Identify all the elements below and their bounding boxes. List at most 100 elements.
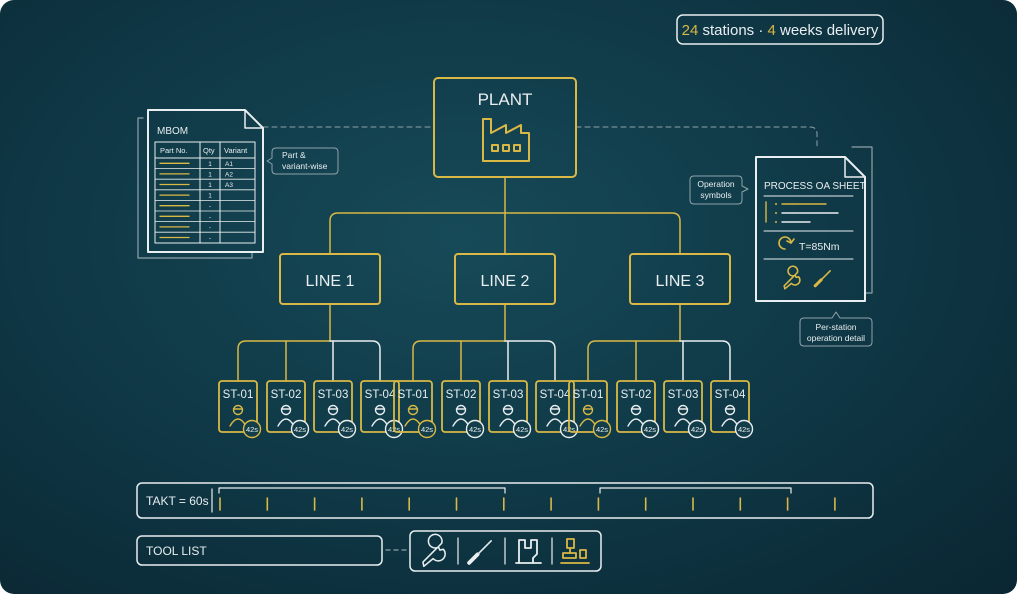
station-label: ST-01: [398, 389, 429, 401]
mbom-qty: -: [209, 214, 211, 221]
screwdriver-icon: [467, 540, 492, 565]
operator-icon: [674, 404, 692, 427]
plant-to-lines-connector: [329, 176, 681, 255]
station-time-badge: 42s: [290, 419, 310, 439]
mbom-table: [154, 141, 256, 244]
station-time-badge: 42s: [640, 419, 660, 439]
line-nodes: LINE 1 LINE 2 LINE 3: [279, 253, 731, 305]
mbom-title: MBOM: [157, 126, 188, 137]
mbom-variant: A3: [225, 182, 233, 189]
mbom-header-qty: Qty: [203, 146, 215, 155]
operator-icon: [452, 404, 470, 427]
mbom-rows: 1 A1 1 A2 1 A3 1 - - - -: [154, 161, 256, 242]
takt-label: TAKT = 60s: [146, 494, 209, 508]
station-time-badge: 42s: [734, 419, 754, 439]
line-label: LINE 1: [306, 273, 355, 290]
operator-icon: [546, 404, 564, 427]
station-time-badge: 42s: [687, 419, 707, 439]
mbom-document: MBOM Part No. Qty Variant 1 A1 1 A2 1 A3 1 - - - -…: [137, 109, 339, 259]
operator-icon: [627, 404, 645, 427]
station-time-badge: 42s: [592, 419, 612, 439]
operator-icon: [579, 404, 597, 427]
oa-wrench-icon: [783, 265, 801, 290]
oa-sheet-document: PROCESS OA SHEET T=85Nm Operation symbol…: [689, 146, 873, 347]
station-3-2: ST-02 42s: [616, 380, 660, 439]
station-time: 42s: [516, 425, 528, 434]
takt-timeline: TAKT = 60s: [136, 482, 874, 519]
operator-icon: [721, 404, 739, 427]
station-time-badge: 42s: [417, 419, 437, 439]
station-time: 42s: [469, 425, 481, 434]
station-2-2: ST-02 42s: [441, 380, 485, 439]
station-time-badge: 42s: [465, 419, 485, 439]
mbom-header-variant: Variant: [224, 146, 248, 155]
station-label: ST-01: [573, 389, 604, 401]
station-tree: ST-0142sST-0242sST-0342sST-0442sST-0142s…: [218, 303, 754, 439]
station-3-3: ST-03 42s: [663, 380, 707, 439]
station-label: ST-02: [621, 389, 652, 401]
station-label: ST-01: [223, 389, 254, 401]
line-node-1: LINE 1: [279, 253, 381, 305]
mbom-qty: 1: [208, 182, 212, 189]
factory-icon: [482, 118, 530, 162]
station-1-2: ST-02 42s: [266, 380, 310, 439]
station-label: ST-04: [540, 389, 571, 401]
oa-callout-bottom-line1: Per-station: [815, 322, 856, 332]
plant-label: PLANT: [478, 90, 533, 109]
station-time: 42s: [421, 425, 433, 434]
mbom-qty: -: [209, 235, 211, 242]
oa-callout-top-line2: symbols: [700, 190, 731, 200]
diagram-canvas: 24 stations · 4 weeks delivery PLANT LIN…: [0, 0, 1017, 594]
station-time: 42s: [246, 425, 258, 434]
line-1-stations: ST-01 42s ST-02 42s ST-03 42s ST-0442s: [218, 303, 404, 439]
station-label: ST-04: [715, 389, 746, 401]
station-time-badge: 42s: [512, 419, 532, 439]
line-2-stations: ST-01 42s ST-02 42s ST-03 42s ST-0442s: [393, 303, 579, 439]
oa-callout-top: Operation symbols: [689, 175, 749, 205]
operator-icon: [499, 404, 517, 427]
operator-icon: [277, 404, 295, 427]
station-time: 42s: [341, 425, 353, 434]
summary-badge-text: 24 stations · 4 weeks delivery: [682, 22, 879, 39]
operator-icon: [404, 404, 422, 427]
takt-ticks: [219, 497, 836, 511]
mbom-qty: -: [209, 203, 211, 210]
line-node-3: LINE 3: [629, 253, 731, 305]
mbom-callout-line2: variant-wise: [282, 161, 328, 171]
torque-station-icon: [560, 538, 590, 564]
line-label: LINE 2: [481, 273, 530, 290]
station-time-badge: 42s: [337, 419, 357, 439]
station-1-3: ST-03 42s: [313, 380, 357, 439]
station-2-3: ST-03 42s: [488, 380, 532, 439]
plant-node: PLANT: [433, 77, 577, 178]
tool-list: TOOL LIST: [136, 530, 602, 572]
mbom-qty: 1: [208, 171, 212, 178]
operation-symbols: [765, 201, 839, 223]
station-time: 42s: [644, 425, 656, 434]
station-2-4: ST-0442s: [535, 380, 579, 439]
oa-callout-bottom: Per-station operation detail: [799, 311, 873, 347]
oa-callout-bottom-line2: operation detail: [807, 333, 865, 343]
diagram-svg: 24 stations · 4 weeks delivery PLANT LIN…: [136, 14, 884, 572]
station-time-badge: 42s: [242, 419, 262, 439]
oa-screwdriver-icon: [813, 270, 831, 288]
oa-sheet-title: PROCESS OA SHEET: [764, 181, 866, 192]
station-time: 42s: [294, 425, 306, 434]
station-1-1: ST-01 42s: [218, 380, 262, 439]
mbom-qty: -: [209, 224, 211, 231]
operator-icon: [371, 404, 389, 427]
station-1-4: ST-0442s: [360, 380, 404, 439]
mbom-qty: 1: [208, 193, 212, 200]
mbom-callout: Part & variant-wise: [266, 147, 339, 175]
mbom-header-part: Part No.: [160, 146, 188, 155]
station-label: ST-04: [365, 389, 396, 401]
station-label: ST-03: [493, 389, 524, 401]
mbom-variant: A2: [225, 171, 233, 178]
mbom-qty: 1: [208, 161, 212, 168]
oa-callout-top-line1: Operation: [697, 179, 735, 189]
operator-icon: [229, 404, 247, 427]
station-3-4: ST-04 42s: [710, 380, 754, 439]
station-label: ST-03: [318, 389, 349, 401]
station-time: 42s: [691, 425, 703, 434]
wrench-icon: [422, 533, 446, 568]
